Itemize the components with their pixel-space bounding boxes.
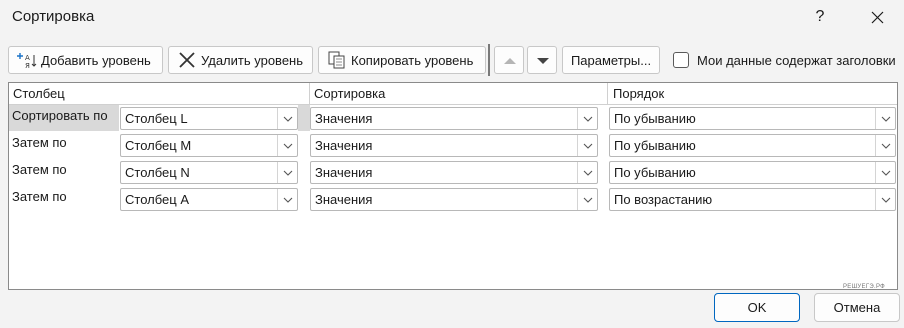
sort-level-row[interactable]: Сортировать по Столбец L Значения По убы…: [9, 105, 897, 132]
options-button[interactable]: Параметры...: [562, 46, 660, 74]
order-select-value: По возрастанию: [614, 192, 713, 207]
sort-on-select-value: Значения: [315, 165, 373, 180]
sort-on-select-value: Значения: [315, 138, 373, 153]
column-select-value: Столбец L: [125, 111, 188, 126]
ok-button[interactable]: OK: [714, 293, 800, 322]
row-selection-gap: [298, 105, 310, 131]
copy-icon: [327, 51, 347, 69]
delete-level-label: Удалить уровень: [201, 52, 304, 68]
chevron-down-icon: [583, 170, 593, 176]
close-button[interactable]: [866, 4, 890, 30]
column-select-value: Столбец M: [125, 138, 192, 153]
order-select-value: По убыванию: [614, 138, 696, 153]
sort-levels-grid: Столбец Сортировка Порядок Сортировать п…: [8, 82, 898, 290]
order-select-value: По убыванию: [614, 111, 696, 126]
sort-on-select-value: Значения: [315, 192, 373, 207]
dropdown-button[interactable]: [277, 162, 297, 183]
column-select[interactable]: Столбец N: [120, 161, 298, 184]
dropdown-button[interactable]: [875, 135, 895, 156]
column-select[interactable]: Столбец M: [120, 134, 298, 157]
watermark: РЕШУЕГЭ.РФ: [843, 284, 886, 290]
order-select[interactable]: По убыванию: [609, 107, 896, 130]
chevron-down-icon: [283, 170, 293, 176]
row-label: Сортировать по: [9, 105, 119, 131]
help-button[interactable]: ?: [808, 4, 832, 30]
dropdown-button[interactable]: [277, 189, 297, 210]
delete-x-icon: [177, 51, 197, 69]
move-up-button[interactable]: [494, 46, 524, 74]
dropdown-button[interactable]: [875, 162, 895, 183]
dropdown-button[interactable]: [875, 108, 895, 129]
toolbar: A Я Добавить уровень Удалить уровень Коп…: [0, 44, 904, 76]
row-label: Затем по: [12, 162, 67, 177]
sort-on-select-value: Значения: [315, 111, 373, 126]
toolbar-separator: [488, 44, 490, 76]
column-header-order: Порядок: [613, 86, 665, 101]
dropdown-button[interactable]: [577, 189, 597, 210]
add-level-icon: A Я: [17, 51, 37, 70]
chevron-down-icon: [881, 170, 891, 176]
window-title: Сортировка: [12, 8, 95, 25]
dropdown-button[interactable]: [277, 108, 297, 129]
triangle-up-icon: [504, 58, 516, 64]
triangle-down-icon: [537, 58, 549, 64]
sort-level-row[interactable]: Затем по Столбец A Значения По возрастан…: [9, 186, 897, 213]
row-label: Затем по: [12, 189, 67, 204]
dropdown-button[interactable]: [875, 189, 895, 210]
title-bar: Сортировка ?: [0, 0, 904, 36]
column-select[interactable]: Столбец L: [120, 107, 298, 130]
dropdown-button[interactable]: [577, 135, 597, 156]
headers-checkbox-row[interactable]: Мои данные содержат заголовки: [673, 52, 896, 68]
sort-level-row[interactable]: Затем по Столбец N Значения По убыванию: [9, 159, 897, 186]
order-select[interactable]: По убыванию: [609, 134, 896, 157]
chevron-down-icon: [881, 197, 891, 203]
column-header-sort-on: Сортировка: [314, 86, 386, 101]
sort-on-select[interactable]: Значения: [310, 107, 598, 130]
sort-on-select[interactable]: Значения: [310, 188, 598, 211]
close-icon: [871, 11, 884, 24]
grid-header: Столбец Сортировка Порядок: [9, 83, 897, 105]
order-select[interactable]: По убыванию: [609, 161, 896, 184]
headers-checkbox-label: Мои данные содержат заголовки: [697, 52, 896, 68]
column-select-value: Столбец N: [125, 165, 190, 180]
sort-on-select[interactable]: Значения: [310, 134, 598, 157]
chevron-down-icon: [283, 197, 293, 203]
chevron-down-icon: [881, 116, 891, 122]
move-down-button[interactable]: [527, 46, 557, 74]
chevron-down-icon: [881, 143, 891, 149]
dropdown-button[interactable]: [577, 108, 597, 129]
options-label: Параметры...: [570, 52, 652, 68]
order-select-value: По убыванию: [614, 165, 696, 180]
chevron-down-icon: [583, 197, 593, 203]
headers-checkbox[interactable]: [673, 52, 689, 68]
copy-level-button[interactable]: Копировать уровень: [318, 46, 486, 74]
row-label: Затем по: [12, 135, 67, 150]
cancel-button[interactable]: Отмена: [814, 293, 900, 322]
svg-text:A: A: [25, 54, 30, 62]
column-header-column: Столбец: [13, 86, 65, 101]
chevron-down-icon: [283, 143, 293, 149]
column-select[interactable]: Столбец A: [120, 188, 298, 211]
add-level-label: Добавить уровень: [41, 52, 151, 68]
add-level-button[interactable]: A Я Добавить уровень: [8, 46, 163, 74]
order-select[interactable]: По возрастанию: [609, 188, 896, 211]
column-divider: [309, 83, 310, 105]
chevron-down-icon: [283, 116, 293, 122]
sort-level-row[interactable]: Затем по Столбец M Значения По убыванию: [9, 132, 897, 159]
chevron-down-icon: [583, 116, 593, 122]
delete-level-button[interactable]: Удалить уровень: [168, 46, 313, 74]
copy-level-label: Копировать уровень: [351, 52, 474, 68]
dropdown-button[interactable]: [277, 135, 297, 156]
sort-on-select[interactable]: Значения: [310, 161, 598, 184]
column-select-value: Столбец A: [125, 192, 189, 207]
chevron-down-icon: [583, 143, 593, 149]
svg-text:Я: Я: [25, 62, 30, 69]
dropdown-button[interactable]: [577, 162, 597, 183]
column-divider: [607, 83, 608, 105]
